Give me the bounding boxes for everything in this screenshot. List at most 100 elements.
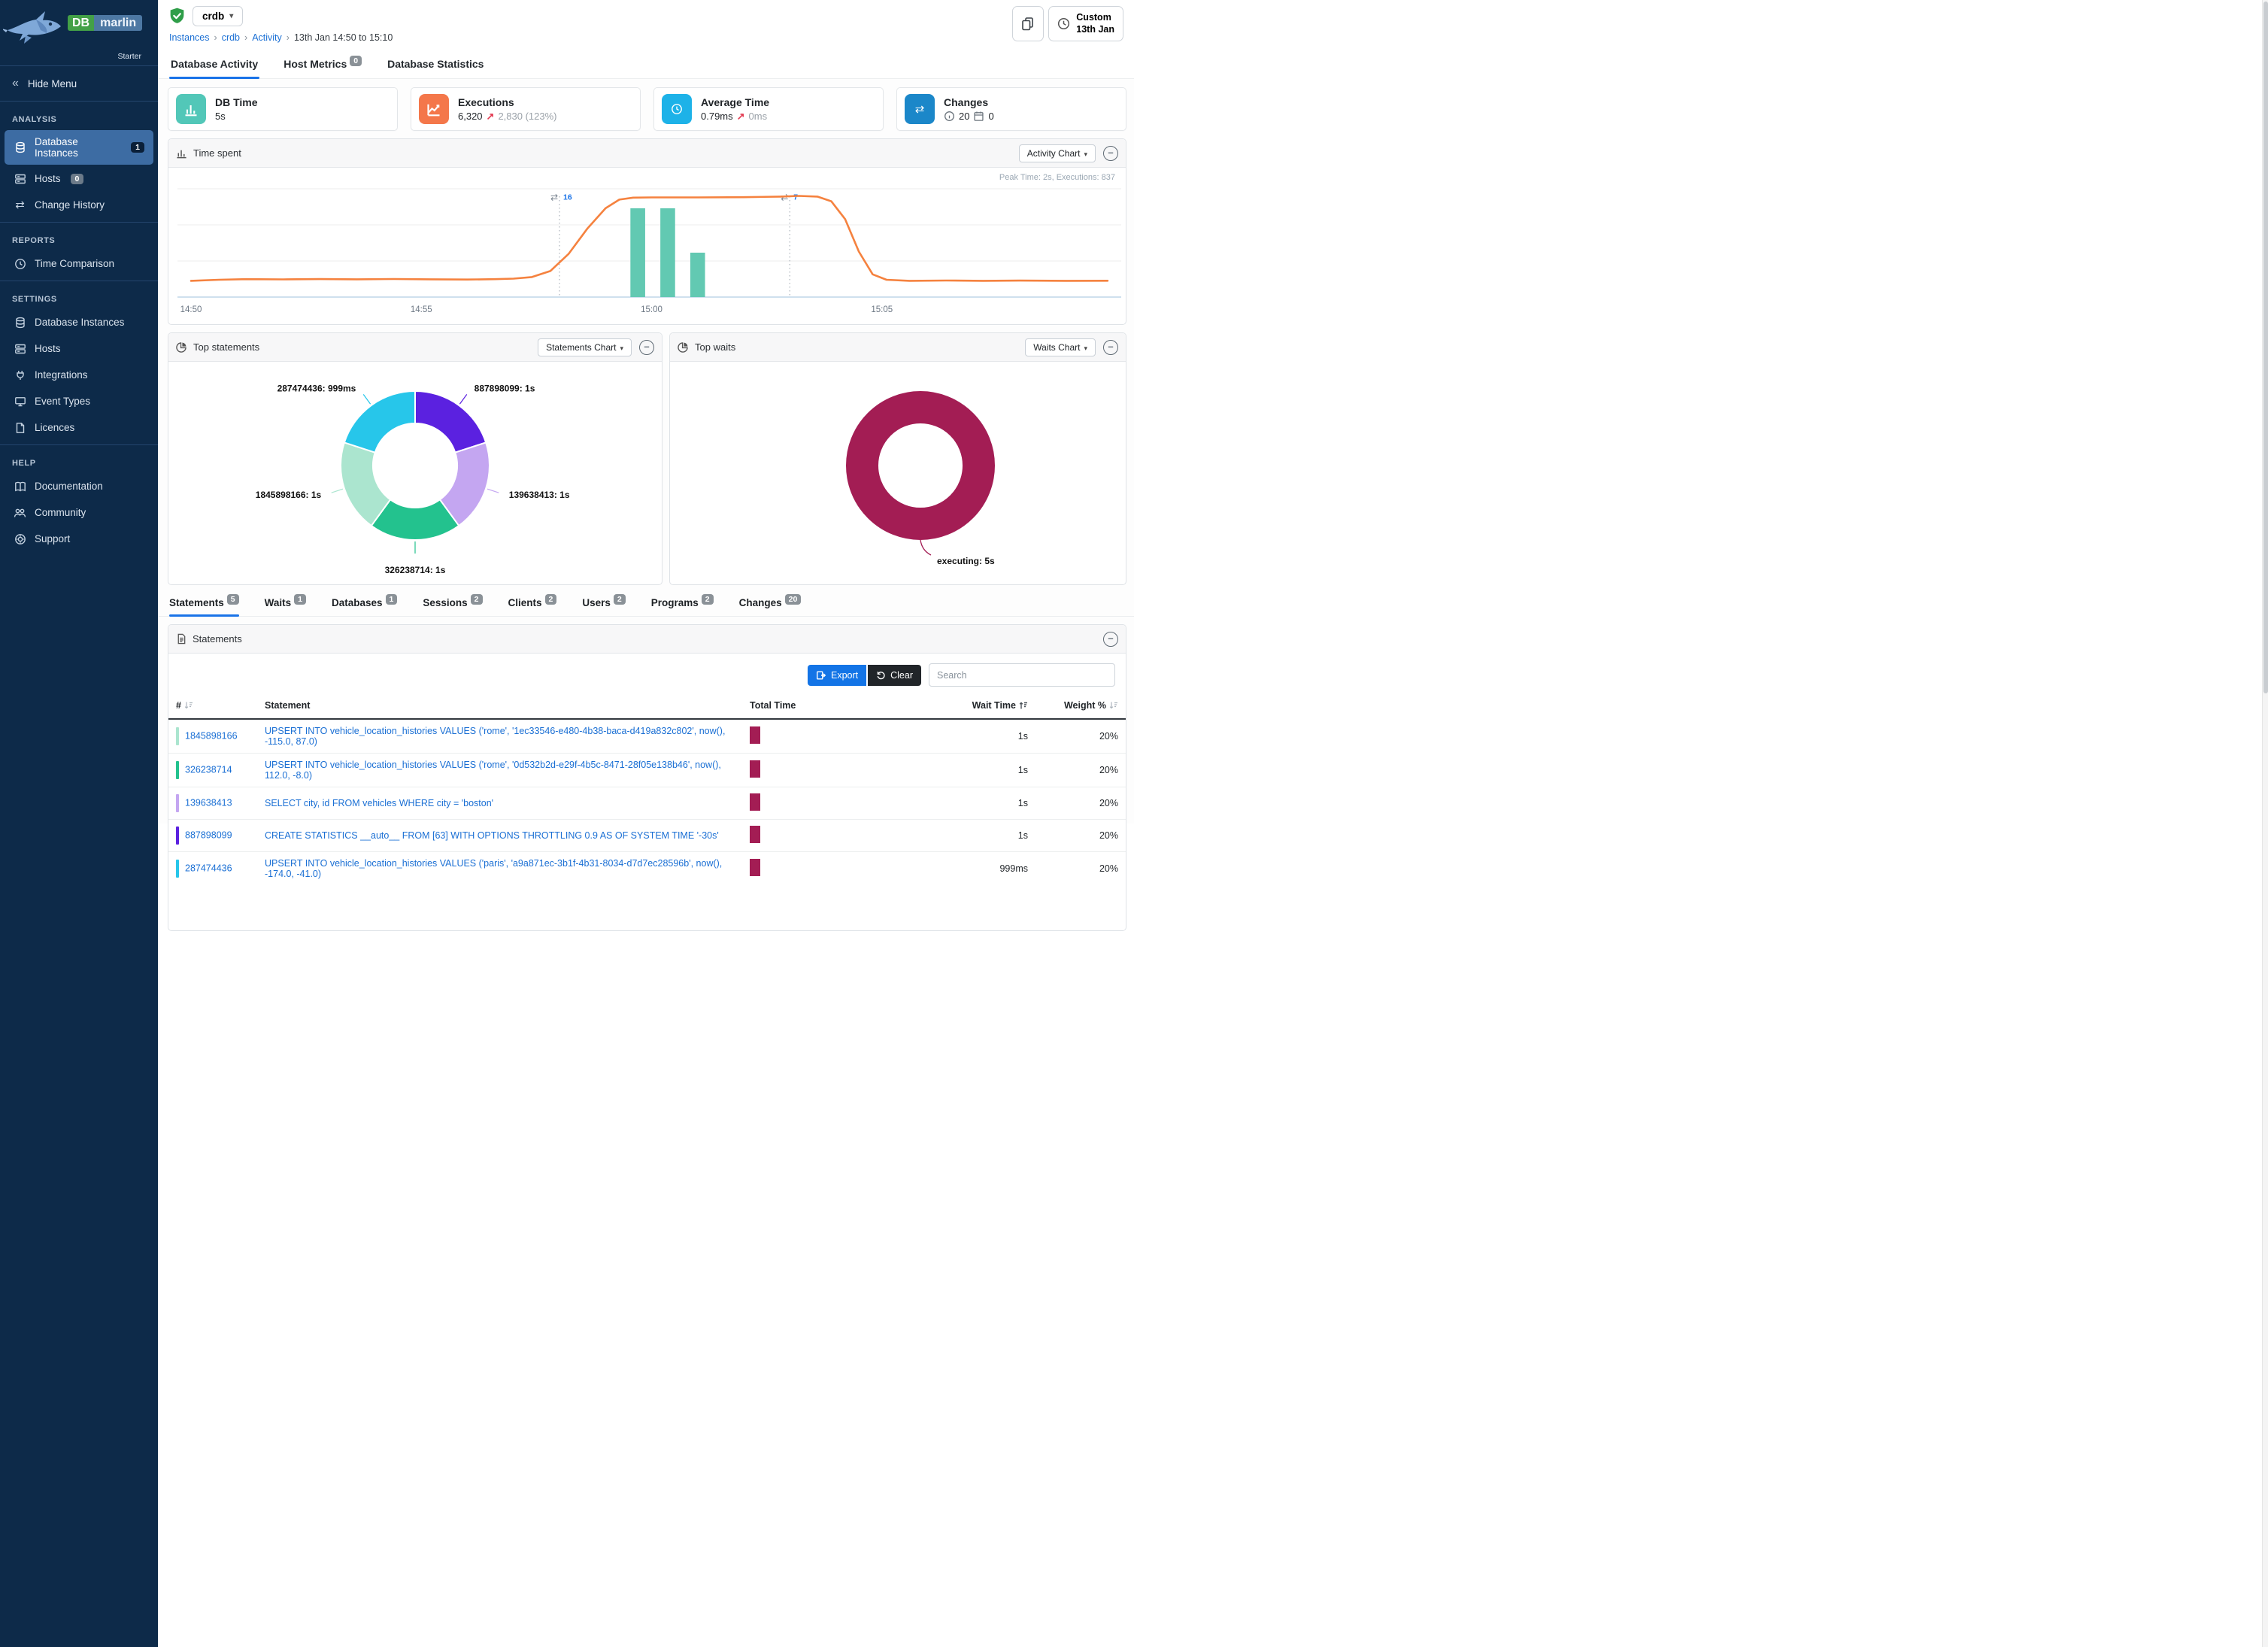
sidebar-item-documentation[interactable]: Documentation bbox=[5, 474, 153, 499]
statements-chart-select[interactable]: Statements Chart▾ bbox=[538, 338, 632, 356]
column-header-wait-time[interactable]: Wait Time bbox=[881, 694, 1035, 719]
panel-title: Time spent bbox=[193, 147, 241, 159]
column-header--[interactable]: # bbox=[168, 694, 257, 719]
total-time-bar bbox=[750, 859, 760, 876]
statement-link[interactable]: SELECT city, id FROM vehicles WHERE city… bbox=[265, 798, 493, 808]
database-icon bbox=[14, 316, 26, 329]
breadcrumb-link[interactable]: Instances bbox=[169, 32, 210, 43]
collapse-icon[interactable]: – bbox=[1103, 340, 1118, 355]
sidebar-item-database-instances[interactable]: Database Instances bbox=[5, 310, 153, 335]
sidebar-item-time-comparison[interactable]: Time Comparison bbox=[5, 251, 153, 276]
clear-button[interactable]: Clear bbox=[868, 665, 921, 686]
breadcrumb-link[interactable]: Activity bbox=[252, 32, 282, 43]
sidebar-item-change-history[interactable]: ⇄Change History bbox=[5, 193, 153, 217]
collapse-icon[interactable]: – bbox=[1103, 632, 1118, 647]
tab-waits[interactable]: Waits1 bbox=[265, 597, 306, 616]
metric-card-average-time: Average Time0.79ms↗0ms bbox=[653, 87, 884, 131]
instance-selector[interactable]: crdb ▾ bbox=[193, 6, 243, 26]
hide-menu-button[interactable]: « Hide Menu bbox=[0, 65, 158, 102]
collapse-icon[interactable]: – bbox=[1103, 146, 1118, 161]
copy-button[interactable] bbox=[1012, 6, 1044, 41]
activity-chart-select[interactable]: Activity Chart▾ bbox=[1019, 144, 1096, 162]
tab-statements[interactable]: Statements5 bbox=[169, 597, 239, 616]
donut-svg: 887898099: 1s139638413: 1s326238714: 1s1… bbox=[169, 362, 661, 584]
metric-cards: DB Time5sExecutions6,320↗2,830 (123%)Ave… bbox=[158, 79, 1134, 131]
top-bar: crdb ▾ Instances›crdb›Activity›13th Jan … bbox=[158, 0, 1134, 47]
page-scrollbar[interactable] bbox=[2262, 0, 2268, 1647]
export-button[interactable]: Export bbox=[808, 665, 866, 686]
weight-value: 20% bbox=[1035, 852, 1126, 886]
database-icon bbox=[14, 141, 26, 154]
sort-icon[interactable] bbox=[1016, 700, 1028, 711]
column-label: Statement bbox=[265, 700, 310, 711]
card-value: 6,320↗2,830 (123%) bbox=[458, 111, 557, 123]
statements-table: # Statement Total Time Wait TimeWeight % 18… bbox=[168, 694, 1126, 885]
tab-host-metrics[interactable]: Host Metrics0 bbox=[282, 56, 363, 78]
statement-link[interactable]: UPSERT INTO vehicle_location_histories V… bbox=[265, 858, 722, 879]
tab-label: Users bbox=[582, 597, 611, 608]
statement-id-link[interactable]: 326238714 bbox=[185, 764, 232, 775]
sidebar-item-support[interactable]: Support bbox=[5, 526, 153, 551]
breadcrumb-link[interactable]: crdb bbox=[222, 32, 240, 43]
weight-value: 20% bbox=[1035, 820, 1126, 852]
tab-label: Waits bbox=[265, 597, 292, 608]
donut-slice bbox=[415, 391, 486, 453]
breadcrumb-separator: › bbox=[287, 32, 290, 43]
column-header-weight-[interactable]: Weight % bbox=[1035, 694, 1126, 719]
sort-icon[interactable] bbox=[181, 700, 193, 711]
scrollbar-thumb[interactable] bbox=[2263, 2, 2268, 693]
waits-chart-select[interactable]: Waits Chart▾ bbox=[1025, 338, 1096, 356]
statement-link[interactable]: UPSERT INTO vehicle_location_histories V… bbox=[265, 726, 725, 747]
tab-clients[interactable]: Clients2 bbox=[508, 597, 557, 616]
pie-chart-icon bbox=[176, 341, 187, 353]
top-waits-chart[interactable]: executing: 5s bbox=[670, 362, 1126, 584]
statement-id-link[interactable]: 139638413 bbox=[185, 797, 232, 808]
statement-id-link[interactable]: 887898099 bbox=[185, 830, 232, 840]
column-label: Total Time bbox=[750, 700, 796, 711]
tab-database-activity[interactable]: Database Activity bbox=[169, 56, 259, 78]
app-logo[interactable]: DBmarlin Starter bbox=[0, 0, 158, 65]
sidebar-item-licences[interactable]: Licences bbox=[5, 415, 153, 440]
card-value: 0.79ms↗0ms bbox=[701, 111, 769, 123]
sidebar-item-hosts[interactable]: Hosts0 bbox=[5, 166, 153, 191]
change-marker-count: 7 bbox=[793, 193, 798, 202]
x-tick-label: 14:55 bbox=[411, 305, 432, 314]
sidebar-item-community[interactable]: Community bbox=[5, 500, 153, 525]
sidebar-item-integrations[interactable]: Integrations bbox=[5, 362, 153, 387]
statement-link[interactable]: CREATE STATISTICS __auto__ FROM [63] WIT… bbox=[265, 830, 719, 841]
top-statements-chart[interactable]: 887898099: 1s139638413: 1s326238714: 1s1… bbox=[168, 362, 662, 584]
column-label: # bbox=[176, 700, 181, 711]
card-title: Executions bbox=[458, 96, 557, 108]
tab-users[interactable]: Users2 bbox=[582, 597, 625, 616]
sidebar-item-database-instances[interactable]: Database Instances1 bbox=[5, 130, 153, 165]
tab-changes[interactable]: Changes20 bbox=[739, 597, 802, 616]
search-input[interactable] bbox=[929, 663, 1115, 687]
tab-database-statistics[interactable]: Database Statistics bbox=[386, 56, 485, 78]
x-tick-label: 14:50 bbox=[180, 305, 202, 314]
tab-programs[interactable]: Programs2 bbox=[651, 597, 714, 616]
tab-databases[interactable]: Databases1 bbox=[332, 597, 397, 616]
swap-icon: ⇄ bbox=[14, 199, 26, 211]
sidebar-item-hosts[interactable]: Hosts bbox=[5, 336, 153, 361]
trend-up-icon: ↗ bbox=[737, 111, 745, 123]
statement-color-key bbox=[176, 761, 179, 779]
sort-icon[interactable] bbox=[1106, 700, 1118, 711]
statement-link[interactable]: UPSERT INTO vehicle_location_histories V… bbox=[265, 760, 721, 781]
statement-id-link[interactable]: 1845898166 bbox=[185, 730, 238, 741]
sidebar-section-title: ANALYSIS bbox=[0, 109, 158, 129]
total-time-bar bbox=[750, 760, 760, 778]
export-icon bbox=[816, 670, 826, 681]
card-main-value: 6,320 bbox=[458, 111, 483, 122]
statement-color-key bbox=[176, 727, 179, 745]
time-range-button[interactable]: Custom 13th Jan bbox=[1048, 6, 1123, 41]
statement-id-link[interactable]: 287474436 bbox=[185, 863, 232, 873]
tab-sessions[interactable]: Sessions2 bbox=[423, 597, 482, 616]
swap-icon: ⇄ bbox=[905, 94, 935, 124]
sidebar-item-event-types[interactable]: Event Types bbox=[5, 389, 153, 414]
collapse-icon[interactable]: – bbox=[639, 340, 654, 355]
time-spent-chart[interactable]: 14:5014:5515:0015:05Peak Time: 2s, Execu… bbox=[168, 168, 1126, 324]
tab-label: Sessions bbox=[423, 597, 467, 608]
sidebar-nav: ANALYSISDatabase Instances1Hosts0⇄Change… bbox=[0, 102, 158, 556]
instance-name: crdb bbox=[202, 11, 224, 22]
column-header-total-time: Total Time bbox=[742, 694, 881, 719]
